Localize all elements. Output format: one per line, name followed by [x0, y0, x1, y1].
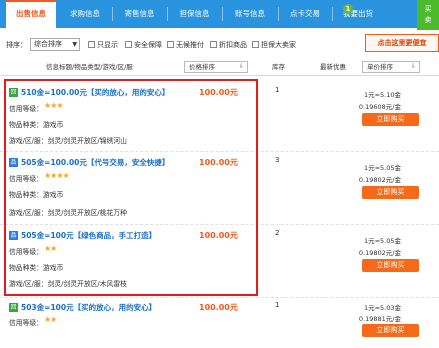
buy-now-button[interactable]: 立即购买 [362, 113, 419, 126]
filter-safe-label: 安全保障 [134, 41, 162, 49]
buy-now-button[interactable]: 立即购买 [362, 259, 419, 272]
filter-big-seller-checkbox[interactable] [252, 41, 259, 48]
corner-trade-button[interactable]: 买 卖 [417, 0, 439, 30]
rate-per-gold: 0.19881元/金 [358, 315, 401, 323]
sort-select-value: 综合排序 [34, 40, 62, 48]
show-only-checkbox[interactable] [88, 41, 95, 48]
sort-select[interactable]: 综合排序 ▼ [30, 38, 80, 51]
rate-per-gold: 0.19802元/金 [358, 176, 401, 184]
highlight-box [4, 79, 258, 296]
show-only-label: 只显示 [97, 41, 118, 49]
listing-stock: 1 [275, 301, 280, 309]
tab-buy-request[interactable]: 求购信息 [58, 0, 112, 28]
credit-label: 信用等级： [9, 319, 43, 327]
rate-per-yuan: 1元=5.10金 [363, 91, 401, 99]
rate-per-gold: 0.19608元/金 [358, 103, 401, 111]
tab-point-card[interactable]: 点卡交易 [279, 0, 331, 28]
rate-per-yuan: 1元=5.05金 [363, 237, 401, 245]
filter-safe-checkbox[interactable] [125, 41, 132, 48]
filter-big-seller-label: 担保大卖家 [261, 41, 296, 49]
chevron-down-icon: ▼ [72, 41, 77, 48]
header-info: 信息标题/物品类型/游戏/区/服 [46, 63, 133, 71]
tab-guarantee[interactable]: 担保信息 [168, 0, 221, 28]
list-item: 回 503金=100元【买的放心，用的安心】 100.00元 1 信用等级： ★… [0, 298, 439, 348]
listing-stock: 1 [275, 86, 280, 94]
header-best: 最新优惠 [320, 63, 346, 71]
sort-arrow-icon: ⇩ [410, 63, 416, 70]
seller-type-icon: 回 [9, 303, 18, 312]
credit-stars-icon: ★★ [44, 315, 57, 324]
price-sort-select[interactable]: 价格排序 ⇩ [184, 61, 248, 73]
listing-stock: 2 [275, 229, 280, 237]
filter-noprepay-checkbox[interactable] [167, 41, 174, 48]
cheaper-tip-button[interactable]: 点击这里更便宜 [365, 34, 439, 52]
tab-sell-goods[interactable]: 我要出货 [333, 0, 383, 28]
filter-discount-checkbox[interactable] [210, 41, 217, 48]
buy-now-button[interactable]: 立即购买 [362, 324, 419, 337]
rate-per-gold: 0.19802元/金 [358, 249, 401, 257]
buy-now-button[interactable]: 立即购买 [362, 186, 419, 199]
notification-badge: 1 [343, 4, 353, 14]
listing-price: 100.00元 [199, 303, 238, 312]
listing-stock: 3 [275, 156, 280, 164]
price-sort-label: 价格排序 [189, 63, 215, 71]
tab-account[interactable]: 账号信息 [223, 0, 277, 28]
unit-sort-select[interactable]: 单价排序 ⇩ [362, 61, 420, 73]
rate-per-yuan: 1元=5.03金 [363, 304, 401, 312]
header-stock: 库存 [272, 63, 285, 71]
filter-noprepay-label: 无候推付 [176, 41, 204, 49]
filter-discount-label: 折扣商品 [219, 41, 247, 49]
listing-title-link[interactable]: 503金=100元【买的放心，用的安心】 [21, 302, 156, 313]
rate-per-yuan: 1元=5.05金 [363, 164, 401, 172]
sort-arrow-icon: ⇩ [238, 63, 244, 70]
unit-sort-label: 单价排序 [367, 63, 393, 71]
tab-bar: 出售信息 求购信息 寄售信息 担保信息 账号信息 点卡交易 我要出货 1 [0, 0, 439, 28]
tab-sell-info[interactable]: 出售信息 [6, 0, 56, 28]
tab-consignment[interactable]: 寄售信息 [113, 0, 166, 28]
sort-label: 排序： [6, 41, 27, 49]
